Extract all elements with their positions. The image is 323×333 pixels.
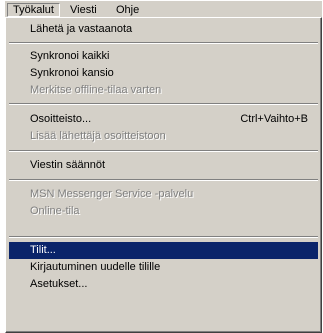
- menu-item-sync-folder[interactable]: Synkronoi kansio: [9, 65, 318, 82]
- menu-item-address-book[interactable]: Osoitteisto... Ctrl+Vaihto+B: [9, 111, 318, 128]
- menu-separator: [9, 150, 318, 152]
- menu-item-online-mode: Online-tila: [9, 203, 318, 220]
- menu-item-new-account-signin[interactable]: Kirjautuminen uudelle tilille: [9, 259, 318, 276]
- menubar: Työkalut Viesti Ohje: [5, 0, 322, 17]
- menu-separator: [9, 236, 318, 238]
- menu-item-sync-folder-label: Synkronoi kansio: [30, 67, 114, 79]
- menu-item-options[interactable]: Asetukset...: [9, 276, 318, 293]
- menubar-help[interactable]: Ohje: [111, 3, 144, 17]
- menu-item-msn-service-label: MSN Messenger Service -palvelu: [30, 188, 194, 200]
- menu-item-send-receive-label: Lähetä ja vastaanota: [30, 23, 133, 35]
- menu-item-msn-service: MSN Messenger Service -palvelu: [9, 186, 318, 203]
- menu-item-address-book-shortcut: Ctrl+Vaihto+B: [240, 113, 308, 125]
- screen: Työkalut Viesti Ohje Lähetä ja vastaanot…: [0, 0, 323, 333]
- menubar-message[interactable]: Viesti: [65, 3, 102, 17]
- menu-item-sync-all[interactable]: Synkronoi kaikki: [9, 48, 318, 65]
- menu-item-accounts[interactable]: Tilit...: [9, 242, 318, 259]
- menu-item-mark-offline-label: Merkitse offline-tilaa varten: [30, 84, 162, 96]
- menu-item-online-mode-label: Online-tila: [30, 205, 80, 217]
- menu-item-message-rules-label: Viestin säännöt: [30, 159, 106, 171]
- menu-item-message-rules[interactable]: Viestin säännöt: [9, 157, 318, 174]
- menu-item-accounts-label: Tilit...: [30, 244, 56, 256]
- menu-item-add-sender: Lisää lähettäjä osoitteistoon: [9, 128, 318, 145]
- menu-item-new-account-signin-label: Kirjautuminen uudelle tilille: [30, 261, 161, 273]
- menu-item-mark-offline: Merkitse offline-tilaa varten: [9, 82, 318, 99]
- menu-item-add-sender-label: Lisää lähettäjä osoitteistoon: [30, 130, 166, 142]
- menu-separator: [9, 179, 318, 181]
- menu-item-send-receive[interactable]: Lähetä ja vastaanota: [9, 21, 318, 38]
- menu-separator: [9, 103, 318, 105]
- menubar-tools[interactable]: Työkalut: [7, 3, 60, 17]
- menu-item-sync-all-label: Synkronoi kaikki: [30, 50, 110, 62]
- menu-separator: [9, 42, 318, 44]
- menu-item-address-book-label: Osoitteisto...: [30, 113, 92, 125]
- tools-menu-dropdown: Lähetä ja vastaanota Synkronoi kaikki Sy…: [5, 17, 322, 333]
- menu-item-options-label: Asetukset...: [30, 278, 88, 290]
